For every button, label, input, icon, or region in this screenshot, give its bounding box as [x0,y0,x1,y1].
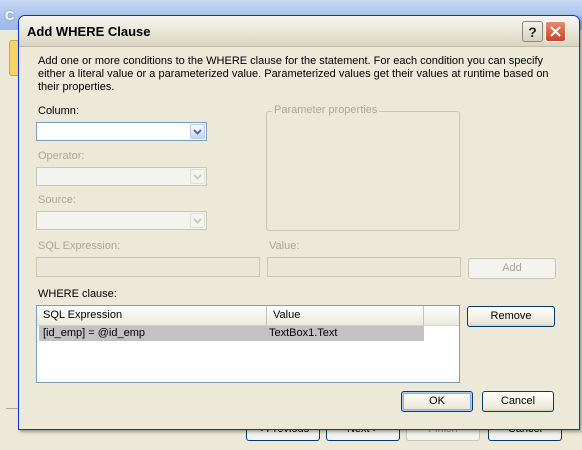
close-button[interactable] [545,21,566,42]
row-value: TextBox1.Text [269,327,338,339]
sql-expression-input[interactable] [36,257,260,277]
source-dropdown[interactable] [36,211,207,230]
add-button[interactable]: Add [468,258,556,279]
table-row[interactable]: [id_emp] = @id_emp TextBox1.Text [39,326,424,341]
dialog-title: Add WHERE Clause [27,24,151,39]
row-sql-expression: [id_emp] = @id_emp [43,327,145,339]
column-header-sql-expression[interactable]: SQL Expression [37,306,267,325]
close-icon [550,26,561,37]
value-input[interactable] [267,257,461,277]
chevron-down-icon [193,217,202,224]
source-dropdown-button[interactable] [190,213,205,228]
column-dropdown-button[interactable] [190,124,205,139]
help-icon: ? [528,23,537,40]
operator-dropdown[interactable] [36,167,207,186]
help-button[interactable]: ? [522,21,543,42]
add-where-clause-dialog: Add WHERE Clause ? Add one or more condi… [18,15,580,430]
background-title: C [5,8,15,23]
chevron-down-icon [193,128,202,135]
column-header-value[interactable]: Value [267,306,424,325]
source-label: Source: [38,194,76,206]
dialog-description: Add one or more conditions to the WHERE … [38,55,549,93]
parameter-properties-label: Parameter properties [272,104,380,116]
cancel-button[interactable]: Cancel [482,391,554,412]
column-label: Column: [38,105,79,117]
where-clause-list[interactable]: SQL Expression Value [id_emp] = @id_emp … [36,305,460,383]
remove-button[interactable]: Remove [467,306,555,327]
where-clause-label: WHERE clause: [38,288,117,300]
parameter-properties-group: Parameter properties [266,104,460,231]
ok-button[interactable]: OK [401,391,473,412]
column-dropdown[interactable] [36,122,207,141]
sql-expression-label: SQL Expression: [38,240,121,252]
chevron-down-icon [193,173,202,180]
dialog-titlebar: Add WHERE Clause ? [19,16,579,47]
operator-label: Operator: [38,150,85,162]
value-label: Value: [269,240,300,252]
operator-dropdown-button[interactable] [190,169,205,184]
list-header: SQL Expression Value [37,306,459,326]
